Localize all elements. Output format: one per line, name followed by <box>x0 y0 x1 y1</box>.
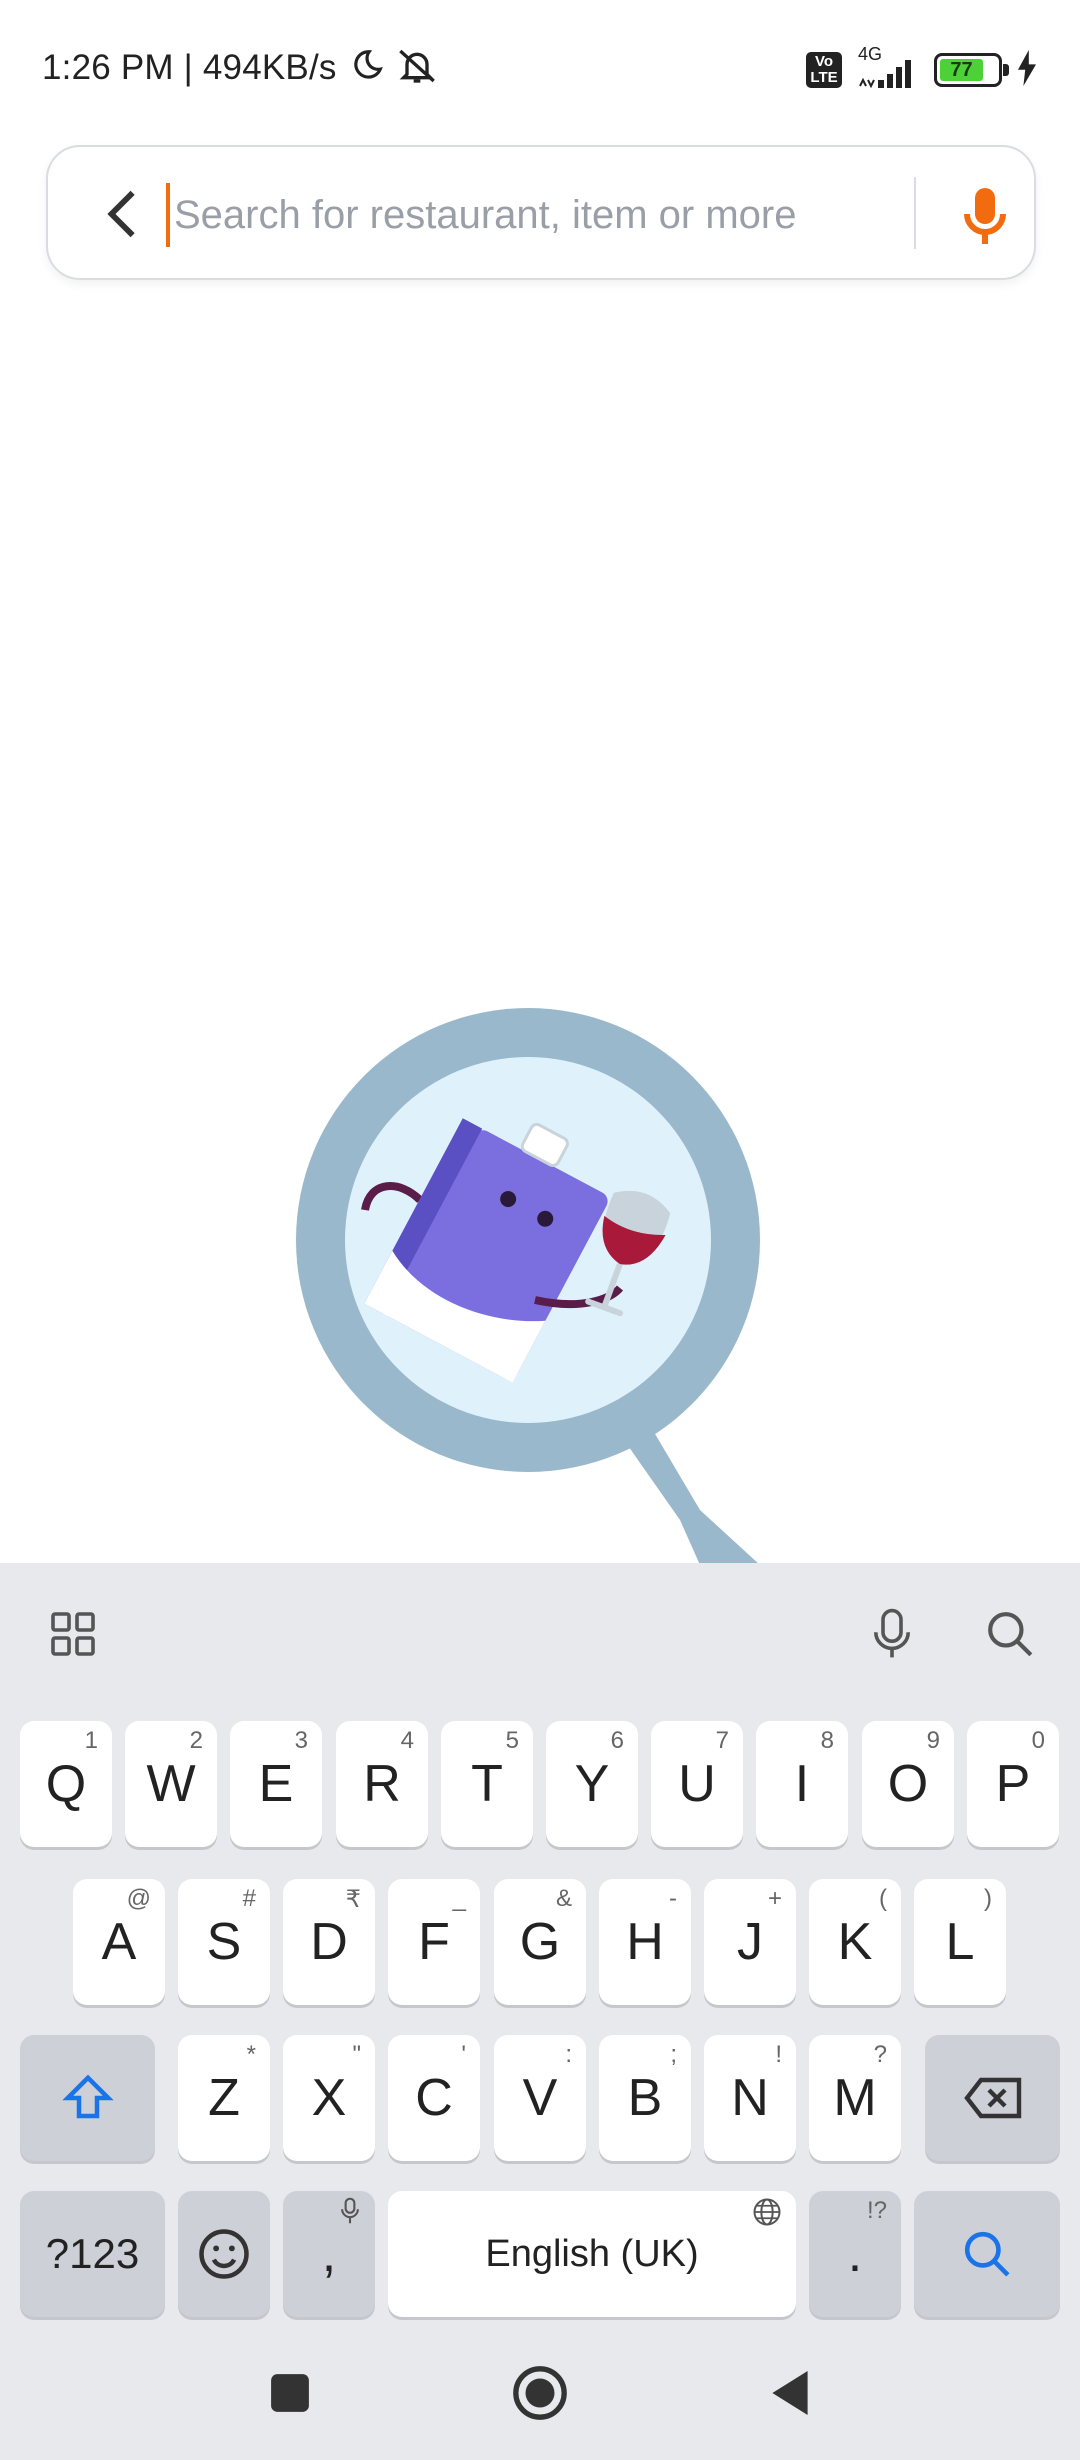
chevron-left-icon <box>107 190 135 238</box>
home-circle-icon <box>513 2366 567 2420</box>
key-y[interactable]: Y6 <box>546 1721 638 1847</box>
keyboard-enter-search-key[interactable] <box>914 2191 1060 2317</box>
key-c[interactable]: C ' <box>388 2035 480 2161</box>
volte-badge: Vo LTE <box>806 52 842 88</box>
search-input[interactable] <box>168 177 948 253</box>
keyboard: Q1 W2 E3 R4 T5 Y6 U7 I8 O9 P0 A @ S # D ₹ F… <box>0 1563 1080 2460</box>
battery-level: 77 <box>940 59 984 81</box>
key-i[interactable]: I8 <box>756 1721 848 1847</box>
charging-icon <box>1016 49 1038 91</box>
search-bar <box>46 145 1036 280</box>
signal-icon: 4G <box>856 44 920 90</box>
emoji-key[interactable] <box>178 2191 270 2317</box>
key-j[interactable]: J + <box>704 1879 796 2005</box>
recents-button[interactable] <box>255 2358 325 2428</box>
key-k[interactable]: K( <box>809 1879 901 2005</box>
key-v[interactable]: V: <box>494 2035 586 2161</box>
shift-key[interactable] <box>20 2035 155 2161</box>
globe-icon <box>752 2197 782 2234</box>
search-icon <box>964 2231 1010 2277</box>
backspace-key[interactable] <box>925 2035 1060 2161</box>
key-h[interactable]: H- <box>599 1879 691 2005</box>
keyboard-toolbar <box>0 1563 1080 1703</box>
key-o[interactable]: O9 <box>862 1721 954 1847</box>
key-a[interactable]: A @ <box>73 1879 165 2005</box>
back-nav-button[interactable] <box>755 2358 825 2428</box>
period-key[interactable]: .!? <box>809 2191 901 2317</box>
microphone-icon <box>339 2197 361 2232</box>
navigation-bar <box>0 2330 1080 2460</box>
grid-icon <box>51 1612 95 1656</box>
symbols-key[interactable]: ?123 <box>20 2191 165 2317</box>
key-f[interactable]: F _ <box>388 1879 480 2005</box>
shift-icon <box>61 2074 114 2119</box>
microphone-icon <box>964 188 1006 244</box>
battery-indicator: 77 <box>934 53 1009 87</box>
key-t[interactable]: T5 <box>441 1721 533 1847</box>
key-q[interactable]: Q1 <box>20 1721 112 1847</box>
microphone-icon <box>874 1608 910 1658</box>
bell-muted-icon <box>395 46 439 91</box>
search-icon <box>988 1612 1033 1657</box>
key-p[interactable]: P0 <box>967 1721 1059 1847</box>
status-time-speed: 1:26 PM | 494KB/s <box>42 48 337 87</box>
back-button[interactable] <box>88 179 158 249</box>
text-cursor <box>166 183 170 247</box>
comma-key[interactable]: , <box>283 2191 375 2317</box>
emoji-icon <box>199 2229 249 2279</box>
voice-search-button[interactable] <box>950 181 1020 251</box>
key-z[interactable]: Z * <box>178 2035 270 2161</box>
home-button[interactable] <box>505 2358 575 2428</box>
key-m[interactable]: M? <box>809 2035 901 2161</box>
key-s[interactable]: S # <box>178 1879 270 2005</box>
key-n[interactable]: N! <box>704 2035 796 2161</box>
key-e[interactable]: E3 <box>230 1721 322 1847</box>
key-b[interactable]: B; <box>599 2035 691 2161</box>
key-w[interactable]: W2 <box>125 1721 217 1847</box>
key-u[interactable]: U7 <box>651 1721 743 1847</box>
space-key[interactable]: English (UK) <box>388 2191 796 2317</box>
keyboard-search-button[interactable] <box>975 1599 1045 1669</box>
key-x[interactable]: X " <box>283 2035 375 2161</box>
key-r[interactable]: R4 <box>336 1721 428 1847</box>
triangle-back-icon <box>772 2371 808 2415</box>
backspace-icon <box>963 2077 1021 2119</box>
key-l[interactable]: L) <box>914 1879 1006 2005</box>
keyboard-menu-button[interactable] <box>38 1599 108 1669</box>
search-illustration <box>296 1008 760 1565</box>
key-d[interactable]: D ₹ <box>283 1879 375 2005</box>
square-icon <box>271 2374 309 2412</box>
key-g[interactable]: G & <box>494 1879 586 2005</box>
status-bar: 1:26 PM | 494KB/s Vo LTE 4G 77 <box>0 0 1080 140</box>
moon-icon <box>347 47 385 90</box>
keyboard-voice-button[interactable] <box>857 1599 927 1669</box>
search-divider <box>914 177 916 249</box>
